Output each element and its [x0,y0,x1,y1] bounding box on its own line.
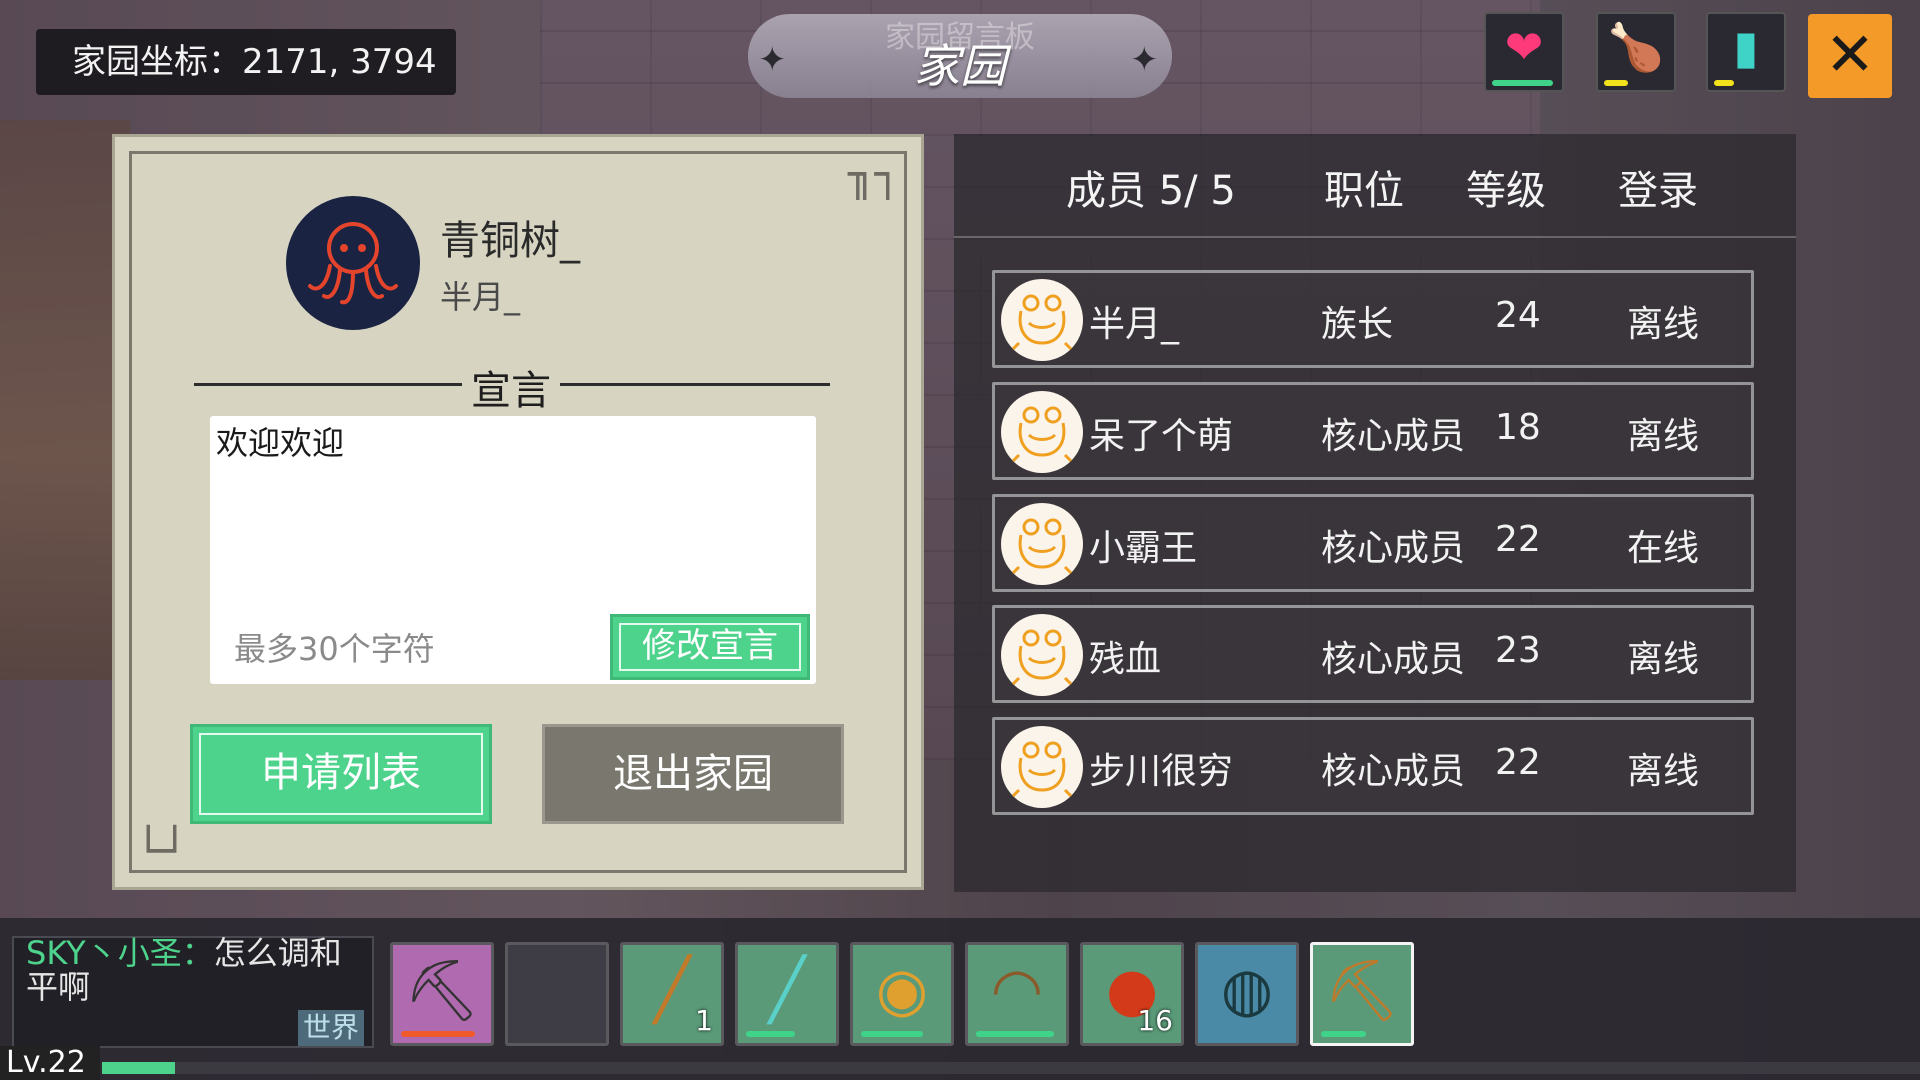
frog-avatar-icon [1001,503,1083,585]
chat-message: SKY丶小圣：怎么调和平啊 [26,934,342,1006]
gourd-icon: ◉ [875,955,929,1025]
hotbar-slot[interactable]: ◉ [850,942,954,1046]
durability-bar [1321,1031,1367,1037]
header-level: 等级 [1466,168,1546,214]
member-status: 离线 [1627,304,1700,345]
corner-ornament-icon: └┘ [135,826,188,877]
member-level: 24 [1495,295,1541,336]
orb-icon: ◍ [1220,955,1274,1025]
home-coordinates: 家园坐标：2171, 3794 [36,29,456,95]
hotbar-slot[interactable]: ⛏ [1310,942,1414,1046]
hotbar-slot[interactable] [505,942,609,1046]
member-role: 核心成员 [1321,528,1466,569]
leader-subname: 半月_ [440,278,521,316]
chat-channel-tag[interactable]: 世界 [298,1010,364,1046]
health-level-bar [1492,80,1554,86]
thirst-status-button[interactable]: ▮ [1706,12,1786,92]
copper-pickaxe-icon: ⛏ [1323,956,1401,1026]
page-title: 家园 [914,39,1006,93]
declaration-title: 宣言 [471,368,551,414]
xp-bar-track [102,1062,1920,1074]
member-level: 22 [1495,742,1541,783]
heart-icon: ❤ [1504,20,1544,74]
close-button[interactable]: ✕ [1808,14,1892,98]
durability-bar [976,1031,1054,1037]
item-count: 16 [1137,1004,1173,1037]
member-role: 族长 [1321,304,1394,345]
hotbar-slot[interactable]: ◠ [965,942,1069,1046]
leave-home-label: 退出家园 [613,751,773,797]
header-members: 成员 5/ 5 [1066,168,1236,214]
hunger-status-button[interactable]: 🍗 [1596,12,1676,92]
apply-list-label: 申请列表 [261,750,421,796]
divider [560,383,830,386]
leave-home-button[interactable]: 退出家园 [542,724,844,824]
player-level: Lv.22 [0,1046,100,1080]
member-role: 核心成员 [1321,751,1466,792]
member-status: 离线 [1627,751,1700,792]
member-level: 18 [1495,407,1541,448]
chat-sender: SKY丶小圣 [26,934,182,972]
apply-list-button[interactable]: 申请列表 [190,724,492,824]
header-role: 职位 [1324,168,1404,214]
leader-name: 青铜树_ [440,218,580,264]
close-icon: ✕ [1824,20,1876,90]
member-name: 残血 [1089,639,1162,680]
hotbar-slot[interactable]: ⛏ [390,942,494,1046]
member-level: 23 [1495,630,1541,671]
edit-declaration-button[interactable]: 修改宣言 [610,614,810,680]
frog-avatar-icon [1001,614,1083,696]
hotbar-slot[interactable]: ╱ 1 [620,942,724,1046]
member-role: 核心成员 [1321,416,1466,457]
bow-icon: ◠ [990,955,1044,1025]
meat-icon: 🍗 [1607,20,1665,74]
hotbar-slot[interactable]: ◍ [1195,942,1299,1046]
declaration-text: 欢迎欢迎 [216,424,345,462]
member-row[interactable]: 残血 核心成员 23 离线 [992,605,1754,703]
member-name: 小霸王 [1089,528,1198,569]
home-avatar [286,196,420,330]
crystal-spear-icon: ╱ [768,955,806,1025]
health-status-button[interactable]: ❤ [1484,12,1564,92]
pickaxe-icon: ⛏ [403,956,481,1026]
durability-bar [746,1031,796,1037]
frog-avatar-icon [1001,391,1083,473]
edit-declaration-label: 修改宣言 [642,626,778,666]
frog-avatar-icon [1001,726,1083,808]
hotbar-slot[interactable]: ╱ [735,942,839,1046]
member-role: 核心成员 [1321,639,1466,680]
durability-bar [401,1031,475,1037]
member-row[interactable]: 半月_ 族长 24 离线 [992,270,1754,368]
hunger-level-bar [1604,80,1628,86]
member-status: 离线 [1627,639,1700,680]
frog-avatar-icon [1001,279,1083,361]
corner-ornament-icon: ╖┐ [848,149,901,200]
member-row[interactable]: 呆了个萌 核心成员 18 离线 [992,382,1754,480]
water-icon: ▮ [1733,20,1759,74]
member-name: 半月_ [1089,304,1180,345]
divider [194,383,462,386]
member-name: 呆了个萌 [1089,416,1234,457]
member-row[interactable]: 小霸王 核心成员 22 在线 [992,494,1754,592]
octopus-icon [308,222,398,305]
xp-bar-fill [102,1062,175,1074]
member-level: 22 [1495,519,1541,560]
member-status: 离线 [1627,416,1700,457]
member-status: 在线 [1627,528,1700,569]
thirst-level-bar [1714,80,1735,86]
header-login: 登录 [1618,168,1698,214]
member-row[interactable]: 步川很穷 核心成员 22 离线 [992,717,1754,815]
item-count: 1 [695,1004,713,1037]
durability-bar [861,1031,923,1037]
declaration-hint: 最多30个字符 [234,630,435,668]
member-name: 步川很穷 [1089,751,1234,792]
hotbar-slot[interactable]: ● 16 [1080,942,1184,1046]
header-divider [954,236,1796,238]
